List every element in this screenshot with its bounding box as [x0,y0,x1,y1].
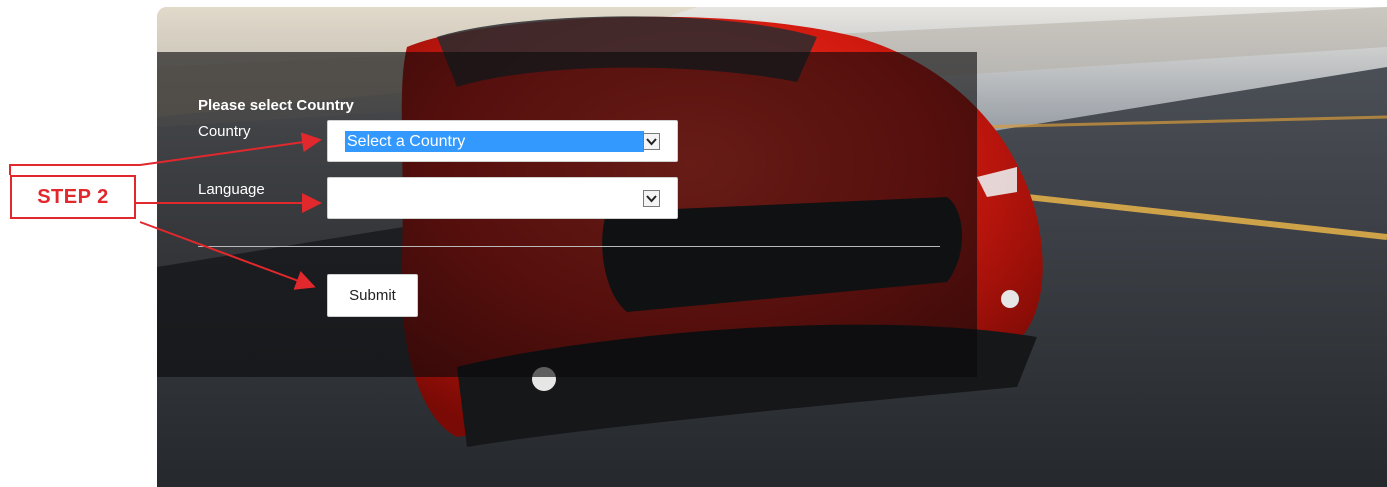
page: Please select Country Country Select a C… [0,0,1387,487]
arrow-to-country [139,132,322,166]
arrow-to-submit [139,221,316,290]
arrow-connector [9,164,140,175]
annotation-arrows [9,132,322,290]
